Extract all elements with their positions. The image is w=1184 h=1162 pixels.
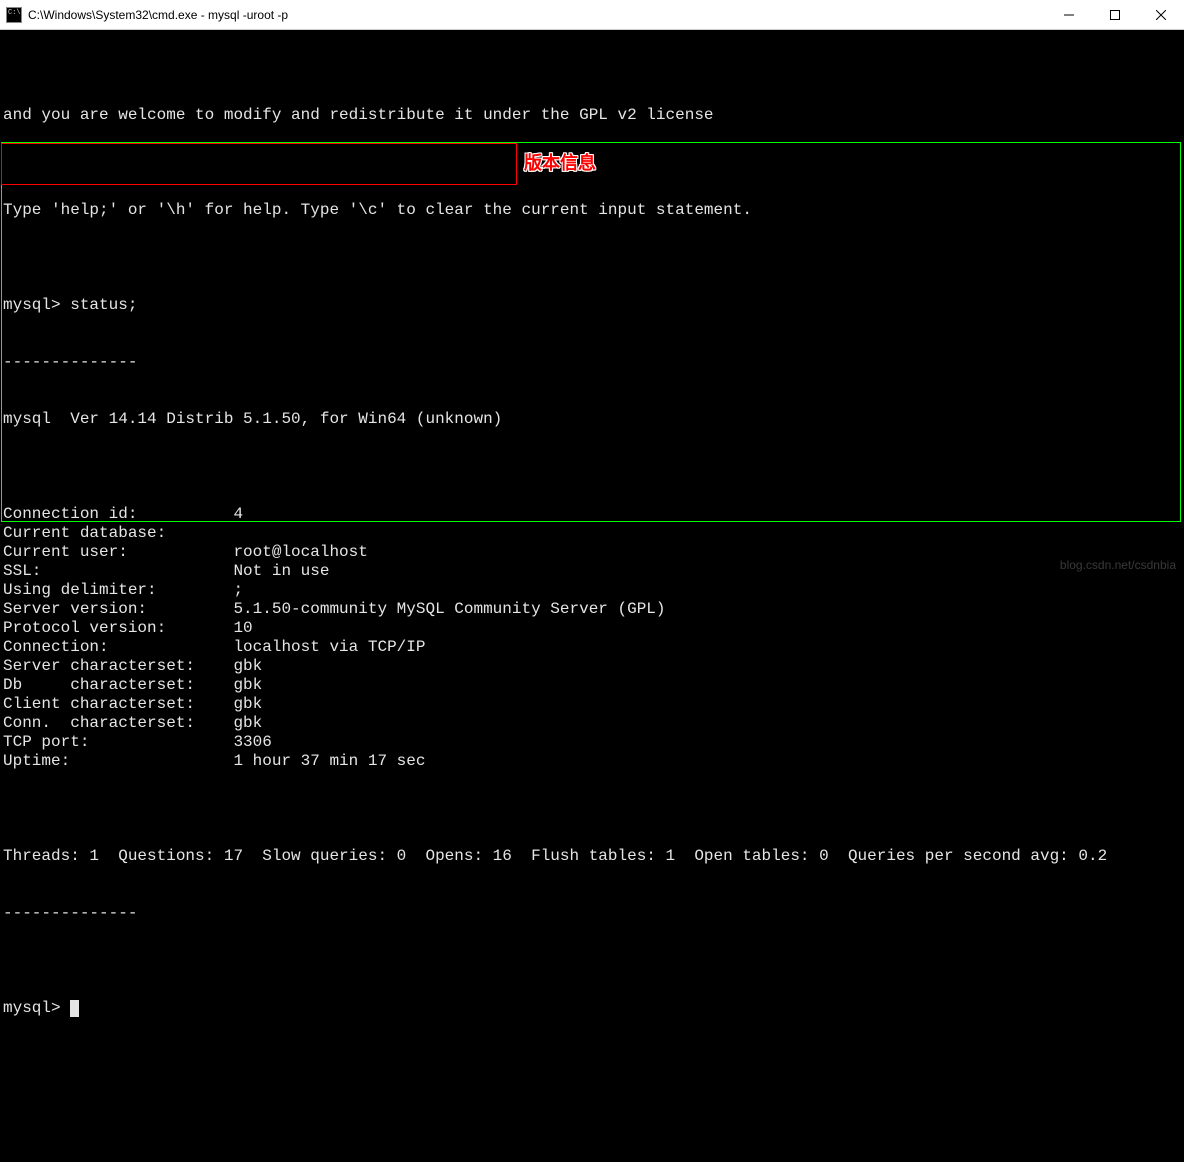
annotation-label: 版本信息 [524,154,596,173]
status-row: Connection id: 4 [3,505,1184,524]
status-row: Uptime: 1 hour 37 min 17 sec [3,752,1184,771]
cmd-icon [6,7,22,23]
watermark: blog.csdn.net/csdnbia [1060,556,1176,575]
maximize-icon [1110,10,1120,20]
status-row: Connection: localhost via TCP/IP [3,638,1184,657]
status-block: Connection id: 4Current database: Curren… [3,505,1184,771]
prompt-text: mysql> [3,999,61,1017]
status-row: Using delimiter: ; [3,581,1184,600]
status-row: Conn. characterset: gbk [3,714,1184,733]
window-titlebar: C:\Windows\System32\cmd.exe - mysql -uro… [0,0,1184,30]
intro-line: and you are welcome to modify and redist… [3,106,1184,125]
mysql-prompt: mysql> [3,999,1184,1018]
status-row: Client characterset: gbk [3,695,1184,714]
minimize-button[interactable] [1046,0,1092,29]
version-line: mysql Ver 14.14 Distrib 5.1.50, for Win6… [3,410,1184,429]
maximize-button[interactable] [1092,0,1138,29]
window-title: C:\Windows\System32\cmd.exe - mysql -uro… [28,8,1046,22]
close-button[interactable] [1138,0,1184,29]
stats-line: Threads: 1 Questions: 17 Slow queries: 0… [3,847,1184,866]
terminal-area[interactable]: and you are welcome to modify and redist… [0,30,1184,581]
minimize-icon [1064,10,1074,20]
status-row: TCP port: 3306 [3,733,1184,752]
status-row: Db characterset: gbk [3,676,1184,695]
status-row: Server version: 5.1.50-community MySQL C… [3,600,1184,619]
status-row: Current user: root@localhost [3,543,1184,562]
close-icon [1156,10,1166,20]
help-line: Type 'help;' or '\h' for help. Type '\c'… [3,201,1184,220]
status-row: SSL: Not in use [3,562,1184,581]
prompt-status: mysql> status; [3,296,1184,315]
window-buttons [1046,0,1184,29]
cursor [70,1000,79,1017]
dashes: -------------- [3,904,1184,923]
status-row: Current database: [3,524,1184,543]
dashes: -------------- [3,353,1184,372]
status-row: Server characterset: gbk [3,657,1184,676]
status-row: Protocol version: 10 [3,619,1184,638]
